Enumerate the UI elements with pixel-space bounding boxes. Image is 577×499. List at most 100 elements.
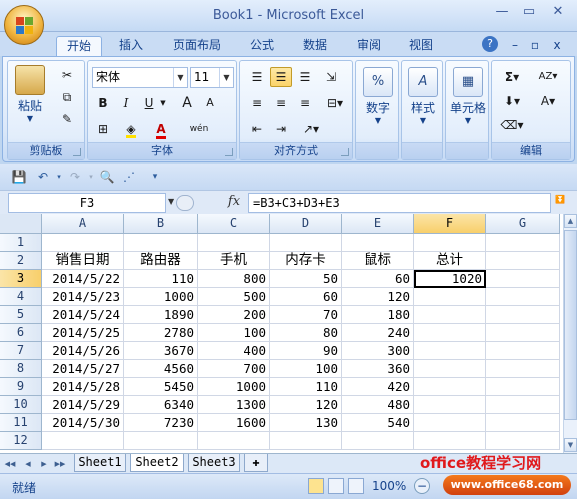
zoom-level[interactable]: 100% xyxy=(372,479,406,493)
fill-icon[interactable]: ⬇▾ xyxy=(498,91,526,111)
restore-button[interactable]: ▭ xyxy=(517,4,541,22)
insert-sheet-icon[interactable]: ✚ xyxy=(244,454,268,472)
align-top-icon[interactable]: ☰ xyxy=(246,67,268,87)
cell-a3[interactable]: 2014/5/22 xyxy=(42,270,124,288)
cell-c12[interactable] xyxy=(198,432,270,450)
row-header-10[interactable]: 10 xyxy=(0,396,42,414)
cell-b9[interactable]: 5450 xyxy=(124,378,198,396)
border-icon[interactable]: ⊞ xyxy=(92,119,114,139)
cell-g3[interactable] xyxy=(486,270,560,288)
cell-g11[interactable] xyxy=(486,414,560,432)
cell-g8[interactable] xyxy=(486,360,560,378)
formula-input[interactable]: =B3+C3+D3+E3 xyxy=(248,193,551,213)
cell-b5[interactable]: 1890 xyxy=(124,306,198,324)
ribbon-close-icon[interactable]: x xyxy=(550,36,564,56)
clipboard-launcher-icon[interactable] xyxy=(73,148,81,156)
cell-e6[interactable]: 240 xyxy=(342,324,414,342)
print-preview-icon[interactable]: 🔍 xyxy=(98,168,116,186)
sheet-tab-2[interactable]: Sheet2 xyxy=(130,454,184,472)
cell-e10[interactable]: 480 xyxy=(342,396,414,414)
cell-b10[interactable]: 6340 xyxy=(124,396,198,414)
cell-c10[interactable]: 1300 xyxy=(198,396,270,414)
align-bottom-icon[interactable]: ☰ xyxy=(294,67,316,87)
align-center-icon[interactable]: ≡ xyxy=(270,93,292,113)
tab-insert[interactable]: 插入 xyxy=(110,36,152,56)
cell-f4[interactable] xyxy=(414,288,486,306)
cell-f9[interactable] xyxy=(414,378,486,396)
cell-b3[interactable]: 110 xyxy=(124,270,198,288)
scroll-down-icon[interactable]: ▼ xyxy=(564,438,577,452)
cell-f1[interactable] xyxy=(414,234,486,252)
ribbon-minimize-icon[interactable]: – xyxy=(508,36,522,56)
cell-c5[interactable]: 200 xyxy=(198,306,270,324)
cell-a7[interactable]: 2014/5/26 xyxy=(42,342,124,360)
cell-a6[interactable]: 2014/5/25 xyxy=(42,324,124,342)
cell-g9[interactable] xyxy=(486,378,560,396)
cell-g2[interactable] xyxy=(486,252,560,270)
scroll-up-icon[interactable]: ▲ xyxy=(564,214,577,228)
merge-center-icon[interactable]: ⊟▾ xyxy=(320,93,350,113)
grow-font-button[interactable]: A xyxy=(176,93,198,113)
cells-button[interactable]: ▦ 单元格 ▼ xyxy=(448,67,488,125)
tab-view[interactable]: 视图 xyxy=(400,36,442,56)
cell-e4[interactable]: 120 xyxy=(342,288,414,306)
first-sheet-icon[interactable]: ◀◀ xyxy=(4,457,16,471)
cell-d11[interactable]: 130 xyxy=(270,414,342,432)
normal-view-icon[interactable] xyxy=(308,478,324,494)
sheet-tab-3[interactable]: Sheet3 xyxy=(188,454,240,472)
cell-d3[interactable]: 50 xyxy=(270,270,342,288)
save-icon[interactable]: 💾 xyxy=(10,168,28,186)
cell-a12[interactable] xyxy=(42,432,124,450)
paste-button[interactable]: 粘贴 ▼ xyxy=(12,65,48,123)
cell-b2[interactable]: 路由器 xyxy=(124,252,198,270)
cell-d7[interactable]: 90 xyxy=(270,342,342,360)
font-name-combo[interactable]: 宋体 ▼ xyxy=(92,67,188,88)
zoom-out-icon[interactable]: − xyxy=(414,478,430,494)
cell-b7[interactable]: 3670 xyxy=(124,342,198,360)
cell-b11[interactable]: 7230 xyxy=(124,414,198,432)
cell-f7[interactable] xyxy=(414,342,486,360)
cell-d5[interactable]: 70 xyxy=(270,306,342,324)
select-all-corner[interactable] xyxy=(0,214,42,234)
vertical-scrollbar[interactable]: ▲ ▼ xyxy=(563,214,577,453)
name-box-dropdown-icon[interactable]: ▼ xyxy=(168,197,174,206)
font-launcher-icon[interactable] xyxy=(225,148,233,156)
cell-c8[interactable]: 700 xyxy=(198,360,270,378)
cut-icon[interactable]: ✂ xyxy=(56,65,78,85)
row-header-4[interactable]: 4 xyxy=(0,288,42,306)
cell-a5[interactable]: 2014/5/24 xyxy=(42,306,124,324)
customize-qat-icon[interactable]: ▾ xyxy=(146,168,164,186)
row-header-3[interactable]: 3 xyxy=(0,270,42,288)
cell-f2[interactable]: 总计 xyxy=(414,252,486,270)
next-sheet-icon[interactable]: ▶ xyxy=(38,457,50,471)
dots-icon[interactable]: ⋰ xyxy=(120,168,138,186)
cell-c11[interactable]: 1600 xyxy=(198,414,270,432)
font-color-icon[interactable]: A xyxy=(150,119,172,139)
name-box[interactable]: F3 xyxy=(8,193,166,213)
ribbon-restore-icon[interactable]: ▫ xyxy=(528,36,542,56)
align-middle-icon[interactable]: ☰ xyxy=(270,67,292,87)
cell-e3[interactable]: 60 xyxy=(342,270,414,288)
cell-d6[interactable]: 80 xyxy=(270,324,342,342)
cell-f5[interactable] xyxy=(414,306,486,324)
cell-g10[interactable] xyxy=(486,396,560,414)
tab-page-layout[interactable]: 页面布局 xyxy=(166,36,228,56)
office-button[interactable] xyxy=(4,5,44,45)
scroll-thumb[interactable] xyxy=(564,230,577,420)
copy-icon[interactable]: ⧉ xyxy=(56,87,78,107)
row-header-5[interactable]: 5 xyxy=(0,306,42,324)
worksheet-grid[interactable]: A B C D E F G 1 2 销售日期 路由器 手机 内存卡 鼠标 总计 3 2014/5/22 110 80… xyxy=(0,214,563,453)
font-size-combo[interactable]: 11 ▼ xyxy=(190,67,234,88)
column-header-c[interactable]: C xyxy=(198,214,270,234)
column-header-f[interactable]: F xyxy=(414,214,486,234)
cell-e5[interactable]: 180 xyxy=(342,306,414,324)
page-layout-view-icon[interactable] xyxy=(328,478,344,494)
cell-c6[interactable]: 100 xyxy=(198,324,270,342)
row-header-7[interactable]: 7 xyxy=(0,342,42,360)
alignment-launcher-icon[interactable] xyxy=(341,148,349,156)
cell-c2[interactable]: 手机 xyxy=(198,252,270,270)
column-header-a[interactable]: A xyxy=(42,214,124,234)
row-header-6[interactable]: 6 xyxy=(0,324,42,342)
cell-a8[interactable]: 2014/5/27 xyxy=(42,360,124,378)
expand-formula-icon[interactable]: ⏬ xyxy=(555,195,565,204)
